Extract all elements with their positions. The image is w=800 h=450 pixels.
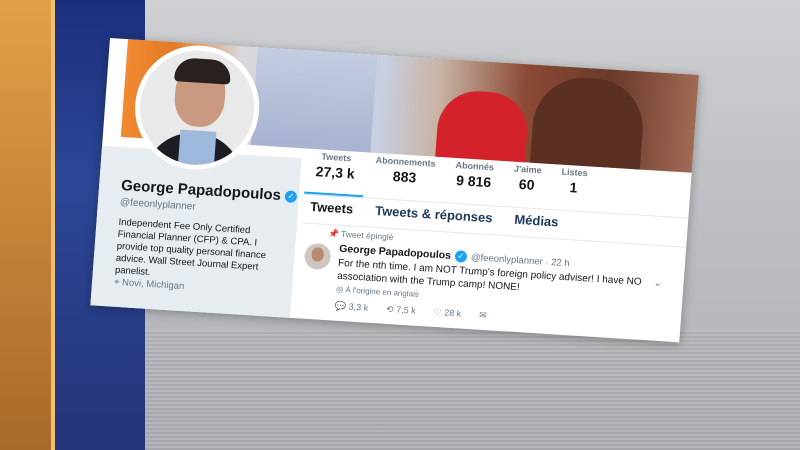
tv-frame-strip: [0, 0, 55, 450]
stat-tweets[interactable]: Tweets 27,3 k: [304, 146, 367, 199]
avatar-hair: [174, 57, 232, 85]
envelope-icon: ✉: [478, 309, 488, 321]
tab-media[interactable]: Médias: [513, 212, 559, 239]
heart-icon: ♡: [433, 306, 443, 318]
stat-lists[interactable]: Listes 1: [549, 162, 598, 213]
stat-value: 27,3 k: [315, 163, 356, 182]
tweet-origin-text: À l'origine en anglais: [345, 285, 420, 299]
stat-likes[interactable]: J'aime 60: [501, 159, 552, 210]
verified-badge-icon: ✓: [284, 190, 298, 204]
stat-label: Listes: [561, 166, 588, 179]
pin-icon: 📌: [327, 228, 340, 239]
banner-figure: [529, 74, 647, 172]
stat-following[interactable]: Abonnements 883: [363, 150, 446, 203]
stat-label: Abonnés: [455, 159, 495, 173]
stat-label: J'aime: [513, 163, 542, 176]
reply-count: 3,3 k: [348, 301, 369, 313]
location-pin-icon: ⌖: [113, 276, 120, 289]
reply-icon: 💬: [334, 300, 347, 312]
profile-bio: Independent Fee Only Certified Financial…: [114, 216, 267, 278]
like-count: 28 k: [443, 307, 462, 319]
stat-followers[interactable]: Abonnés 9 816: [443, 155, 505, 207]
twitter-profile-screen: Tweets 27,3 k Abonnements 883 Abonnés 9 …: [90, 38, 699, 343]
tab-tweets-replies[interactable]: Tweets & réponses: [374, 203, 493, 234]
globe-icon: ◎: [335, 284, 344, 295]
like-button[interactable]: ♡ 28 k: [433, 307, 461, 320]
tab-tweets[interactable]: Tweets: [309, 199, 354, 226]
stat-value: 883: [392, 168, 417, 186]
avatar-shirt: [177, 129, 217, 166]
stat-value: 1: [568, 179, 578, 196]
tweet-actions: 💬 3,3 k ⟲ 7,5 k ♡ 28 k ✉: [335, 301, 487, 322]
stat-value: 9 816: [455, 172, 492, 191]
verified-badge-icon: ✓: [454, 250, 468, 264]
message-button[interactable]: ✉: [479, 310, 487, 321]
retweet-count: 7,5 k: [395, 304, 417, 316]
tweet-avatar[interactable]: [303, 242, 332, 271]
retweet-button[interactable]: ⟲ 7,5 k: [386, 304, 416, 317]
retweet-icon: ⟲: [385, 303, 395, 315]
stat-label: Tweets: [321, 151, 352, 164]
pinned-tweet-label: 📌 Tweet épinglé: [328, 228, 394, 243]
banner-figure: [435, 88, 530, 165]
reply-button[interactable]: 💬 3,3 k: [335, 301, 369, 314]
stat-value: 60: [518, 175, 536, 193]
pinned-text: Tweet épinglé: [340, 228, 394, 243]
banner-figure: [250, 47, 378, 153]
chevron-down-icon[interactable]: ⌄: [653, 278, 662, 289]
